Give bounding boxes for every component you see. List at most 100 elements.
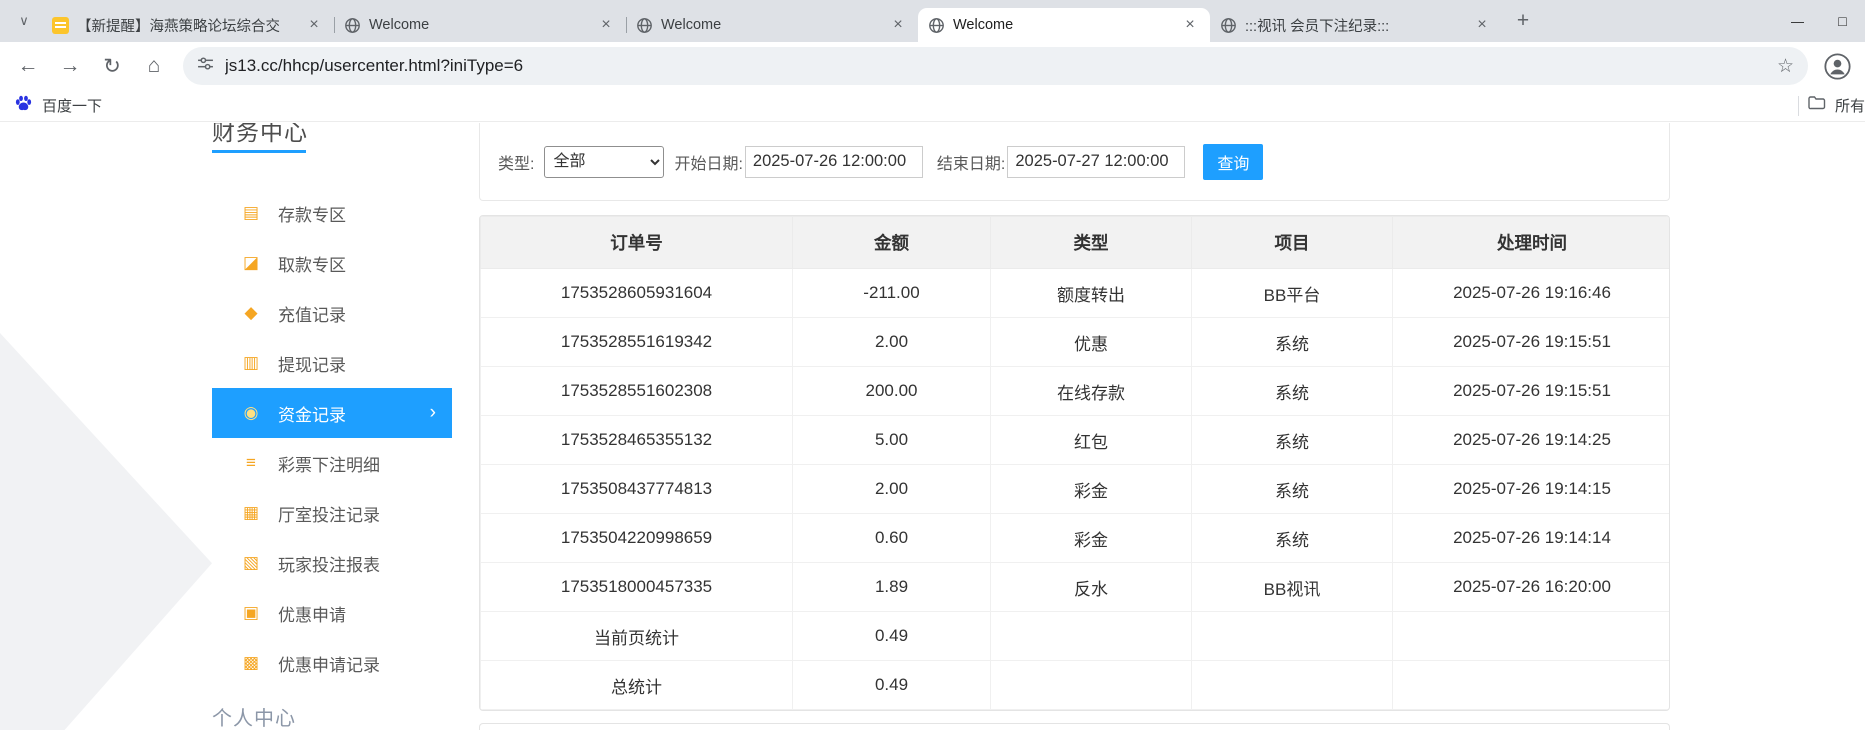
tab-title: Welcome: [953, 17, 1172, 33]
table-cell: 彩金: [991, 465, 1192, 514]
tab-welcome-1[interactable]: Welcome ×: [334, 8, 626, 42]
table-row: 17535180004573351.89反水BB视讯2025-07-26 16:…: [481, 563, 1671, 612]
sidebar-item-promo-apply[interactable]: ▣ 优惠申请: [212, 588, 452, 638]
sidebar-item-lottery-bet-detail[interactable]: ≡ 彩票下注明细: [212, 438, 452, 488]
sidebar-item-withdraw-zone[interactable]: ◪ 取款专区: [212, 238, 452, 288]
table-cell: 2.00: [793, 318, 991, 367]
promo-apply-icon: ▣: [240, 603, 262, 623]
back-icon[interactable]: ←: [9, 47, 47, 85]
tab-video-records[interactable]: :::视讯 会员下注纪录::: ×: [1210, 8, 1502, 42]
funds-record-icon: ◉: [240, 403, 262, 423]
home-icon[interactable]: ⌂: [135, 47, 173, 85]
site-info-icon[interactable]: [197, 55, 214, 77]
end-date-input[interactable]: [1007, 146, 1185, 178]
table-cell: 额度转出: [991, 269, 1192, 318]
profile-icon[interactable]: [1818, 47, 1856, 85]
chevron-right-icon: ›: [430, 402, 436, 424]
table-cell: 1753528605931604: [481, 269, 793, 318]
column-header: 处理时间: [1393, 217, 1671, 269]
sidebar-item-label: 存款专区: [278, 201, 346, 226]
tab-title: Welcome: [369, 17, 588, 33]
table-cell: 2025-07-26 19:14:25: [1393, 416, 1671, 465]
sidebar-item-withdraw-records[interactable]: ▥ 提现记录: [212, 338, 452, 388]
table-cell: 优惠: [991, 318, 1192, 367]
sidebar-section-personal: 个人中心: [212, 702, 452, 730]
pagination-panel: [479, 723, 1670, 730]
table-cell: [1393, 661, 1671, 710]
sidebar-item-deposit-zone[interactable]: ▤ 存款专区: [212, 188, 452, 238]
folder-icon[interactable]: [1808, 95, 1826, 116]
sidebar-item-hall-bet-records[interactable]: ▦ 厅室投注记录: [212, 488, 452, 538]
table-cell: 1753528551619342: [481, 318, 793, 367]
table-cell: 系统: [1192, 416, 1393, 465]
baidu-favicon: [14, 94, 33, 117]
table-header-row: 订单号金额类型项目处理时间: [481, 217, 1671, 269]
sidebar-item-label: 厅室投注记录: [278, 501, 380, 526]
table-cell: 彩金: [991, 514, 1192, 563]
new-tab-icon[interactable]: +: [1508, 6, 1538, 36]
forward-icon[interactable]: →: [51, 47, 89, 85]
type-label: 类型:: [498, 150, 534, 174]
table-cell: -211.00: [793, 269, 991, 318]
tab-welcome-2[interactable]: Welcome ×: [626, 8, 918, 42]
address-bar[interactable]: js13.cc/hhcp/usercenter.html?iniType=6 ☆: [183, 47, 1808, 85]
sidebar-item-label: 优惠申请记录: [278, 651, 380, 676]
url-text[interactable]: js13.cc/hhcp/usercenter.html?iniType=6: [225, 56, 1766, 76]
table-cell: 总统计: [481, 661, 793, 710]
table-cell: [991, 661, 1192, 710]
column-header: 金额: [793, 217, 991, 269]
recharge-icon: ◆: [240, 303, 262, 323]
funds-records-table: 订单号金额类型项目处理时间 1753528605931604-211.00额度转…: [479, 215, 1670, 711]
sidebar-item-label: 资金记录: [278, 401, 346, 426]
close-icon[interactable]: ×: [596, 16, 616, 34]
promo-record-icon: ▩: [240, 653, 262, 673]
table-cell: [1192, 661, 1393, 710]
table-cell: 2025-07-26 19:14:15: [1393, 465, 1671, 514]
table-row: 17535285516193422.00优惠系统2025-07-26 19:15…: [481, 318, 1671, 367]
sidebar-menu: ▤ 存款专区 ◪ 取款专区 ◆ 充值记录 ▥ 提现记录 ◉ 资金记录: [212, 188, 452, 688]
close-icon[interactable]: ×: [888, 16, 908, 34]
tab-forum[interactable]: 【新提醒】海燕策略论坛综合交 ×: [42, 8, 334, 42]
sidebar-item-player-bet-report[interactable]: ▧ 玩家投注报表: [212, 538, 452, 588]
tab-title: :::视讯 会员下注纪录:::: [1245, 15, 1464, 36]
tab-welcome-active[interactable]: Welcome ×: [918, 8, 1210, 42]
table-cell: 2025-07-26 16:20:00: [1393, 563, 1671, 612]
sidebar-item-promo-apply-records[interactable]: ▩ 优惠申请记录: [212, 638, 452, 688]
window-controls: — □: [1775, 0, 1865, 42]
column-header: 项目: [1192, 217, 1393, 269]
table-cell: 1753518000457335: [481, 563, 793, 612]
column-header: 类型: [991, 217, 1192, 269]
close-icon[interactable]: ×: [304, 16, 324, 34]
table-row: 1753528605931604-211.00额度转出BB平台2025-07-2…: [481, 269, 1671, 318]
table-cell: 0.49: [793, 612, 991, 661]
sidebar-item-recharge-records[interactable]: ◆ 充值记录: [212, 288, 452, 338]
main-content: 类型: 全部 开始日期: 结束日期: 查询 订单号金额类型项目处理时间: [479, 123, 1670, 730]
globe-icon: [928, 17, 945, 34]
column-header: 订单号: [481, 217, 793, 269]
sidebar-item-funds-records[interactable]: ◉ 资金记录 ›: [212, 388, 452, 438]
sidebar-item-label: 彩票下注明细: [278, 451, 380, 476]
type-select[interactable]: 全部: [544, 146, 664, 178]
table-cell: 1753508437774813: [481, 465, 793, 514]
table-cell: 2025-07-26 19:14:14: [1393, 514, 1671, 563]
reload-icon[interactable]: ↻: [93, 47, 131, 85]
table-row: 17535084377748132.00彩金系统2025-07-26 19:14…: [481, 465, 1671, 514]
all-bookmarks-label[interactable]: 所有: [1835, 95, 1865, 116]
close-icon[interactable]: ×: [1180, 16, 1200, 34]
table-cell: 0.60: [793, 514, 991, 563]
deposit-card-icon: ▤: [240, 203, 262, 223]
table-cell: 当前页统计: [481, 612, 793, 661]
minimize-icon[interactable]: —: [1775, 0, 1820, 42]
maximize-icon[interactable]: □: [1820, 0, 1865, 42]
tab-search-icon[interactable]: ∨: [8, 6, 40, 36]
table-cell: 2.00: [793, 465, 991, 514]
bookmark-baidu[interactable]: 百度一下: [14, 94, 102, 117]
start-date-input[interactable]: [745, 146, 923, 178]
query-button[interactable]: 查询: [1203, 144, 1263, 180]
close-icon[interactable]: ×: [1472, 16, 1492, 34]
start-date-label: 开始日期:: [674, 150, 742, 174]
forum-favicon: [52, 17, 69, 34]
star-icon[interactable]: ☆: [1777, 55, 1794, 78]
table-cell: 系统: [1192, 465, 1393, 514]
table-cell: [1393, 612, 1671, 661]
